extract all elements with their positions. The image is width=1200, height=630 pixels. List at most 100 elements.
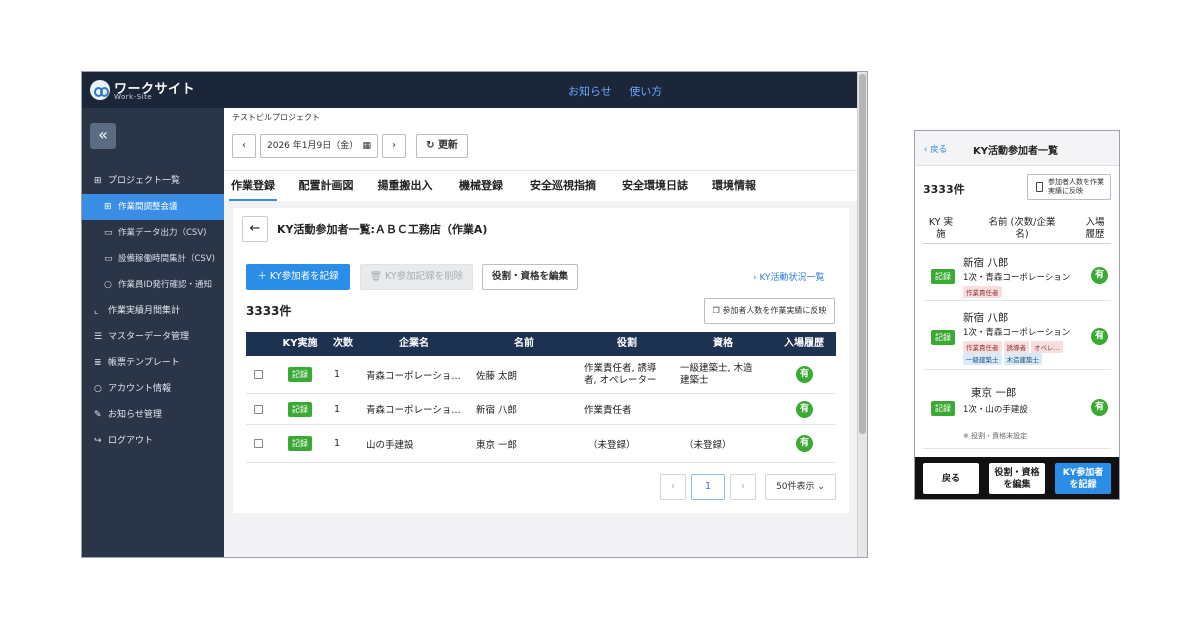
edit-roles-button[interactable]: 役割・資格を編集 — [482, 264, 578, 290]
tab-layout-plan[interactable]: 配置計画図 — [297, 171, 355, 201]
tab-lifting[interactable]: 揚重搬出入 — [376, 171, 434, 201]
tab-safety-diary[interactable]: 安全環境日誌 — [619, 171, 691, 201]
sidebar-item-monthly[interactable]: ⌞ 作業実績月間集計 — [82, 298, 224, 324]
row-checkbox[interactable] — [254, 356, 263, 393]
row-checkbox[interactable] — [254, 425, 263, 462]
sidebar-item-equipment-csv[interactable]: ▭ 設備稼働時間集計（CSV) — [82, 246, 224, 272]
sidebar-item-coordination[interactable]: ⊞ 作業間調整会議 — [82, 194, 224, 220]
ky-badge: 記録 — [288, 356, 312, 393]
history-badge[interactable]: 有 — [1091, 328, 1108, 345]
col-company: 企業名 — [399, 338, 429, 349]
history-badge[interactable]: 有 — [1091, 399, 1108, 416]
top-bar: ワークサイト Work-Site お知らせ 使い方 — [82, 72, 858, 108]
row-checkbox[interactable] — [254, 394, 263, 424]
building-icon: ⊞ — [104, 202, 112, 212]
history-badge[interactable]: 有 — [1091, 267, 1108, 284]
mobile-record-button[interactable]: KY参加者を記録 — [1055, 463, 1111, 494]
delete-record-button[interactable]: 🗑 KY参加記録を削除 — [360, 264, 473, 290]
mobile-col-ky: KY 実施 — [928, 217, 954, 240]
table-row[interactable]: 記録 1 青森コーポレーショ… 新宿 八郎 作業責任者 有 — [246, 394, 836, 425]
mobile-item-tags: 作業責任者 — [963, 286, 1004, 298]
mobile-title: KY活動参加者一覧 — [973, 146, 1058, 157]
mobile-back-link[interactable]: ‹ 戻る — [924, 143, 947, 155]
date-field[interactable]: 2026 年1月9日（金） ▦ — [260, 134, 378, 158]
qualification-cell: （未登録） — [684, 439, 732, 451]
sidebar-item-projects[interactable]: ⊞ プロジェクト一覧 — [82, 168, 224, 194]
collapse-sidebar-button[interactable]: « — [90, 123, 116, 149]
record-participants-button[interactable]: ＋ KY参加者を記録 — [246, 264, 350, 290]
per-page-select[interactable]: 50件表示 ⌄ — [765, 474, 836, 500]
logo-icon — [90, 80, 110, 100]
tab-work-registration[interactable]: 作業登録 — [229, 171, 277, 201]
table-row[interactable]: 記録 1 青森コーポレーショ… 佐藤 太朗 作業責任者, 誘導者, オペレーター… — [246, 356, 836, 394]
news-link[interactable]: お知らせ — [568, 85, 612, 98]
col-name: 名前 — [514, 338, 534, 349]
calendar-icon: ▦ — [362, 141, 371, 151]
project-name: テストビルプロジェクト — [232, 113, 320, 122]
reflect-count-button[interactable]: ❐ 参加者人数を作業実績に反映 — [704, 298, 835, 324]
tier-cell: 1 — [334, 403, 341, 415]
next-day-button[interactable]: › — [382, 134, 406, 158]
mobile-footer: 戻る 役割・資格を編集 KY参加者を記録 — [915, 457, 1119, 499]
refresh-button[interactable]: ↻ 更新 — [416, 134, 468, 158]
page-header: テストビルプロジェクト ‹ 2026 年1月9日（金） ▦ › ↻ 更新 作業登… — [224, 108, 858, 201]
history-badge[interactable]: 有 — [796, 425, 813, 462]
mobile-edit-roles-button[interactable]: 役割・資格を編集 — [989, 463, 1045, 494]
tab-safety-patrol[interactable]: 安全巡視指摘 — [527, 171, 599, 201]
mobile-list-item[interactable]: 記録 新宿 八郎 1次・青森コーポレーション 作業責任者 有 — [923, 249, 1111, 301]
scroll-thumb[interactable] — [859, 74, 866, 434]
mobile-list-item[interactable]: 記録 新宿 八郎 1次・青森コーポレーション 作業責任者 誘導者 オペレ… 一級建築… — [923, 302, 1111, 370]
sidebar-item-news-admin[interactable]: ✎ お知らせ管理 — [82, 402, 224, 428]
mobile-footer-back-button[interactable]: 戻る — [923, 463, 979, 494]
mobile-col-history: 入場 履歴 — [1085, 217, 1105, 240]
top-links: お知らせ 使い方 — [568, 83, 676, 99]
mobile-item-sub: 1次・山の手建設 — [963, 405, 1028, 415]
person-icon: ○ — [94, 384, 102, 394]
mobile-item-note: ※ 役割・資格未設定 — [963, 432, 1028, 440]
tab-machine[interactable]: 機械登録 — [456, 171, 506, 201]
role-cell: 作業責任者, 誘導者, オペレーター — [584, 362, 657, 386]
company-cell: 山の手建設 — [366, 439, 414, 451]
tier-cell: 1 — [334, 438, 341, 449]
tab-bar: 作業登録 配置計画図 揚重搬出入 機械登録 安全巡視指摘 安全環境日誌 環境情報 — [224, 170, 858, 201]
ky-badge: 記録 — [931, 401, 955, 416]
mobile-count: 3333件 — [923, 183, 965, 196]
table-row[interactable]: 記録 1 山の手建設 東京 一郎 （未登録） （未登録） 有 — [246, 425, 836, 463]
back-button[interactable]: ← — [242, 216, 268, 242]
sidebar-item-master[interactable]: ☰ マスターデータ管理 — [82, 324, 224, 350]
company-cell: 青森コーポレーショ… — [366, 405, 461, 416]
tab-environment[interactable]: 環境情報 — [710, 171, 758, 201]
mobile-header: ‹ 戻る KY活動参加者一覧 — [915, 131, 1119, 166]
page-title: KY活動参加者一覧:ＡＢＣ工務店（作業A) — [277, 223, 488, 236]
chevron-down-icon: ⌄ — [817, 482, 825, 492]
sidebar-item-logout[interactable]: ↪ ログアウト — [82, 428, 224, 454]
tier-cell: 1 — [334, 369, 341, 380]
participants-table: KY実施 次数 企業名 名前 役割 資格 入場履歴 記録 1 青森コーポレーショ… — [246, 332, 836, 463]
next-page-button[interactable]: › — [730, 474, 756, 500]
record-count: 3333件 — [246, 304, 292, 318]
mobile-item-qual-tags: 一級建築士 木造建築士 — [963, 353, 1044, 365]
ky-status-link[interactable]: › KY活動状況一覧 — [753, 270, 825, 283]
vertical-scrollbar[interactable] — [857, 72, 867, 557]
sidebar-item-account[interactable]: ○ アカウント情報 — [82, 376, 224, 402]
howto-link[interactable]: 使い方 — [629, 85, 662, 98]
mobile-list-item[interactable]: 記録 東京 一郎 1次・山の手建設 ※ 役割・資格未設定 有 — [923, 371, 1111, 449]
prev-page-button[interactable]: ‹ — [660, 474, 686, 500]
col-history: 入場履歴 — [784, 338, 824, 349]
sidebar-item-work-csv[interactable]: ▭ 作業データ出力（CSV) — [82, 220, 224, 246]
history-badge[interactable]: 有 — [796, 356, 813, 393]
prev-day-button[interactable]: ‹ — [232, 134, 256, 158]
ky-badge: 記録 — [931, 269, 955, 284]
mobile-item-name: 新宿 八郎 — [963, 312, 1009, 324]
page-number[interactable]: 1 — [691, 474, 725, 500]
list-icon: ≣ — [94, 358, 102, 368]
col-tier: 次数 — [333, 338, 353, 349]
pencil-icon: ✎ — [94, 410, 102, 420]
name-cell: 新宿 八郎 — [476, 405, 518, 416]
book-icon: ▭ — [104, 228, 113, 238]
sidebar-item-worker-id[interactable]: ○ 作業員ID発行確認・通知 — [82, 272, 224, 298]
book-icon: ▭ — [104, 254, 113, 264]
mobile-reflect-button[interactable]: 参加者人数を作業実績に反映 — [1027, 174, 1111, 200]
sidebar-item-templates[interactable]: ≣ 帳票テンプレート — [82, 350, 224, 376]
history-badge[interactable]: 有 — [796, 394, 813, 424]
